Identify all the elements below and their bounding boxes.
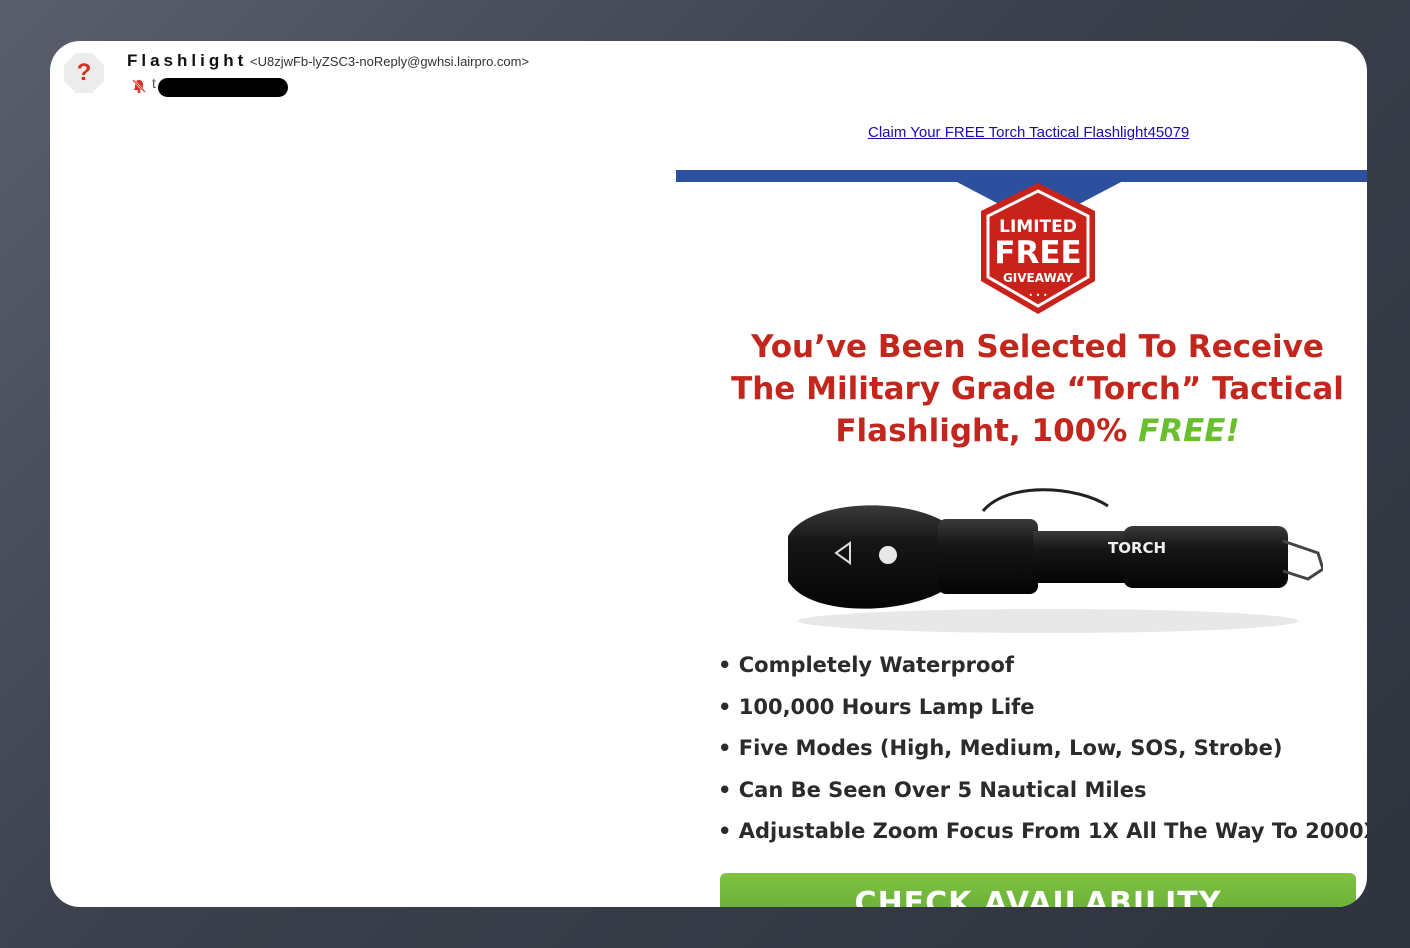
- avatar-glyph: ?: [76, 59, 92, 86]
- badge-line-limited: LIMITED: [999, 217, 1077, 237]
- muted-notification-icon[interactable]: [131, 78, 147, 94]
- limited-free-giveaway-badge: LIMITED FREE GIVEAWAY • • •: [981, 183, 1095, 314]
- headline-line-2: The Military Grade “Torch” Tactical: [731, 371, 1344, 407]
- sender-name[interactable]: Flashlight: [127, 51, 247, 71]
- headline-free-emphasis: FREE!: [1138, 413, 1240, 449]
- email-window: ? Flashlight <U8zjwFb-lyZSC3-noReply@gwh…: [50, 41, 1367, 907]
- feature-item: Can Be Seen Over 5 Nautical Miles: [718, 770, 1367, 812]
- sender-avatar-unknown-icon[interactable]: ?: [64, 53, 104, 93]
- feature-item: 100,000 Hours Lamp Life: [718, 687, 1367, 729]
- feature-item: Adjustable Zoom Focus From 1X All The Wa…: [718, 811, 1367, 853]
- feature-list: Completely Waterproof 100,000 Hours Lamp…: [718, 645, 1367, 853]
- recipient-prefix: t: [152, 75, 156, 91]
- badge-line-free: FREE: [994, 235, 1081, 271]
- headline-line-3-text: Flashlight, 100%: [835, 413, 1139, 449]
- sender-email[interactable]: <U8zjwFb-lyZSC3-noReply@gwhsi.lairpro.co…: [250, 54, 529, 69]
- feature-item: Completely Waterproof: [718, 645, 1367, 687]
- badge-dots: • • •: [1028, 291, 1047, 300]
- headline-line-1: You’ve Been Selected To Receive: [751, 329, 1324, 365]
- redacted-recipient: [158, 78, 288, 97]
- badge-line-giveaway: GIVEAWAY: [1003, 271, 1073, 285]
- claim-flashlight-link[interactable]: Claim Your FREE Torch Tactical Flashligh…: [868, 124, 1189, 141]
- feature-item: Five Modes (High, Medium, Low, SOS, Stro…: [718, 728, 1367, 770]
- headline: You’ve Been Selected To Receive The Mili…: [710, 326, 1365, 452]
- flashlight-product-image: TORCH: [788, 488, 1323, 633]
- check-availability-button[interactable]: CHECK AVAILABILITY: [720, 873, 1356, 907]
- headline-line-3: Flashlight, 100% FREE!: [710, 410, 1365, 452]
- flashlight-brand-mark: TORCH: [1108, 539, 1166, 557]
